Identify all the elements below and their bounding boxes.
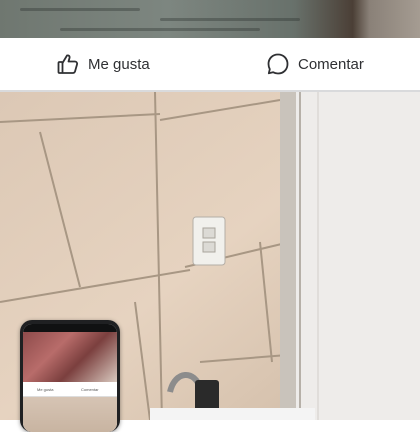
pip-like-label: Me gusta (37, 387, 54, 392)
speech-bubble-icon (266, 52, 290, 76)
pip-bed-photo (23, 332, 117, 382)
like-label: Me gusta (88, 55, 150, 73)
pip-wall-photo (23, 397, 117, 432)
pip-action-bar: Me gusta Comentar (23, 382, 117, 397)
pip-screen: Me gusta Comentar (23, 324, 117, 432)
comment-button[interactable]: Comentar (266, 38, 364, 90)
previous-post-photo[interactable] (0, 0, 420, 38)
bedspread-fold (60, 28, 260, 31)
bedspread-fold (20, 8, 140, 11)
like-button[interactable]: Me gusta (56, 38, 150, 90)
comment-label: Comentar (298, 55, 364, 73)
bedspread-fold (160, 18, 300, 21)
post-action-bar: Me gusta Comentar (0, 38, 420, 92)
pip-comment-label: Comentar (81, 387, 99, 392)
pip-status-bar (23, 324, 117, 332)
thumbs-up-icon (56, 52, 80, 76)
picture-in-picture-preview[interactable]: Me gusta Comentar (20, 320, 120, 432)
